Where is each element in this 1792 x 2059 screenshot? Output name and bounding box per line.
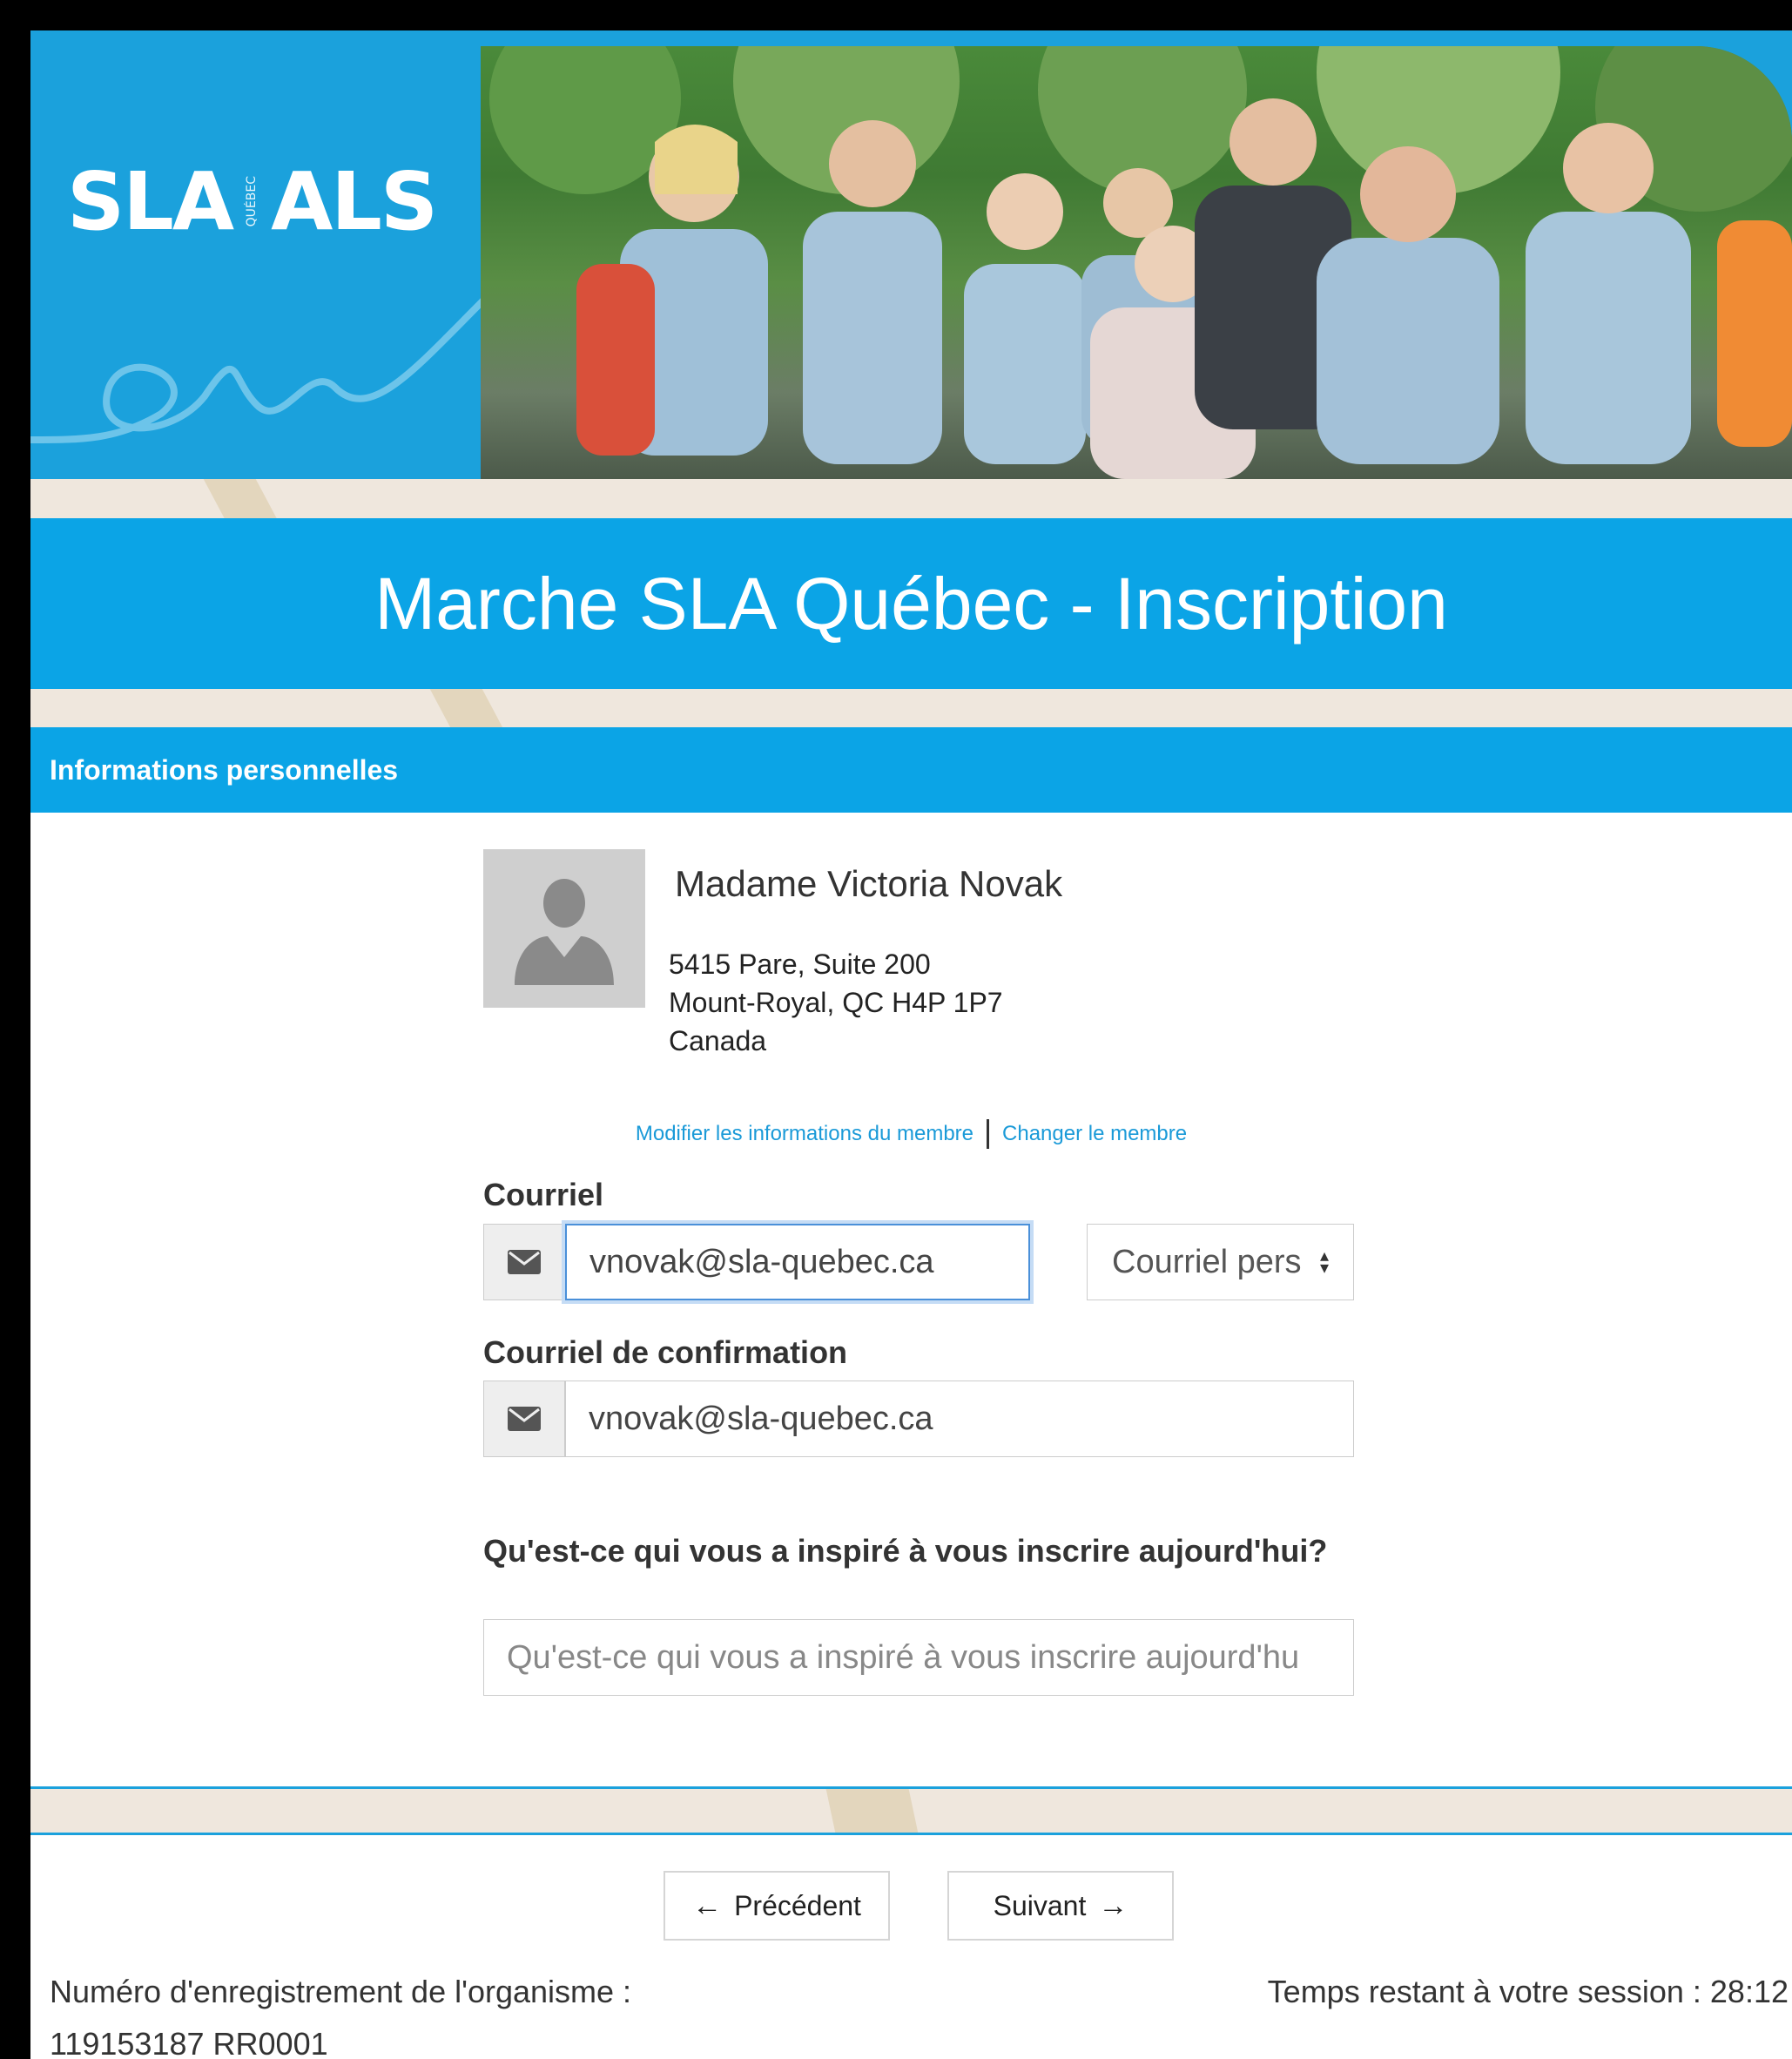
- link-divider: [987, 1119, 990, 1149]
- section-header: Informations personnelles: [30, 727, 1792, 813]
- address-line-2: Mount-Royal, QC H4P 1P7: [669, 987, 1003, 1018]
- decor-band-top: [30, 479, 1792, 518]
- previous-button-label: Précédent: [734, 1889, 861, 1921]
- next-button-label: Suivant: [993, 1889, 1087, 1921]
- address-line-3: Canada: [669, 1025, 767, 1057]
- email-input-group: [483, 1224, 1030, 1300]
- page-frame: SLA QUÉBEC ALS Marche SLA Québec - Inscr…: [30, 30, 1792, 2059]
- registration-number: 119153187 RR0001: [50, 2026, 328, 2059]
- registration-info: Numéro d'enregistrement de l'organisme :…: [50, 1966, 631, 2059]
- confirm-email-field[interactable]: [565, 1381, 1354, 1457]
- email-label: Courriel: [483, 1177, 604, 1212]
- decor-stripe: [189, 479, 307, 518]
- sort-caret-icon: ▴ ▾: [1319, 1246, 1329, 1278]
- address-line-1: 5415 Pare, Suite 200: [669, 948, 931, 980]
- envelope-icon: [508, 1250, 541, 1274]
- email-field[interactable]: [565, 1224, 1030, 1300]
- decor-stripe: [415, 689, 534, 727]
- confirm-email-addon: [483, 1381, 565, 1457]
- logo-sla-text: SLA: [67, 155, 234, 248]
- session-timer: Temps restant à votre session : 28:12: [1268, 1966, 1789, 2018]
- email-type-select[interactable]: Courriel pers ▴ ▾: [1087, 1224, 1354, 1300]
- member-name: Madame Victoria Novak: [675, 863, 1063, 904]
- arrow-left-icon: ←: [692, 1888, 723, 1922]
- envelope-icon: [508, 1407, 541, 1431]
- next-button[interactable]: Suivant →: [947, 1871, 1174, 1941]
- banner-photo: [481, 46, 1792, 479]
- edit-member-link[interactable]: Modifier les informations du membre: [636, 1122, 973, 1146]
- page-title-bar: Marche SLA Québec - Inscription: [30, 518, 1792, 689]
- decor-band-middle: [30, 689, 1792, 727]
- change-member-link[interactable]: Changer le membre: [1002, 1122, 1187, 1146]
- session-time: 28:12: [1709, 1974, 1789, 2009]
- page-title: Marche SLA Québec - Inscription: [374, 562, 1448, 645]
- arrow-right-icon: →: [1098, 1888, 1128, 1922]
- session-label: Temps restant à votre session :: [1267, 1974, 1701, 2009]
- member-address: 5415 Pare, Suite 200 Mount-Royal, QC H4P…: [669, 945, 1003, 1060]
- email-type-value: Courriel pers: [1112, 1243, 1302, 1280]
- swirl-decoration: [30, 297, 483, 443]
- decor-stripe: [822, 1789, 924, 1833]
- inspiration-field[interactable]: [483, 1619, 1354, 1696]
- footer-separator: [30, 1786, 1792, 1835]
- section-title: Informations personnelles: [50, 753, 399, 786]
- logo-separator-text: QUÉBEC: [245, 176, 259, 227]
- avatar: [483, 849, 645, 1008]
- inspiration-label: Qu'est-ce qui vous a inspiré à vous insc…: [483, 1533, 1328, 1569]
- header-banner: SLA QUÉBEC ALS: [30, 30, 1792, 479]
- logo-als-text: ALS: [271, 155, 438, 248]
- sla-als-logo: SLA QUÉBEC ALS: [67, 155, 438, 248]
- registration-label: Numéro d'enregistrement de l'organisme :: [50, 1974, 632, 2009]
- email-addon: [483, 1224, 565, 1300]
- confirm-email-input-group: [483, 1381, 1354, 1457]
- group-photo-illustration: [489, 46, 1792, 479]
- member-actions: Modifier les informations du membre Chan…: [30, 1119, 1792, 1149]
- person-silhouette-icon: [515, 879, 614, 985]
- previous-button[interactable]: ← Précédent: [664, 1871, 890, 1941]
- confirm-email-label: Courriel de confirmation: [483, 1334, 848, 1370]
